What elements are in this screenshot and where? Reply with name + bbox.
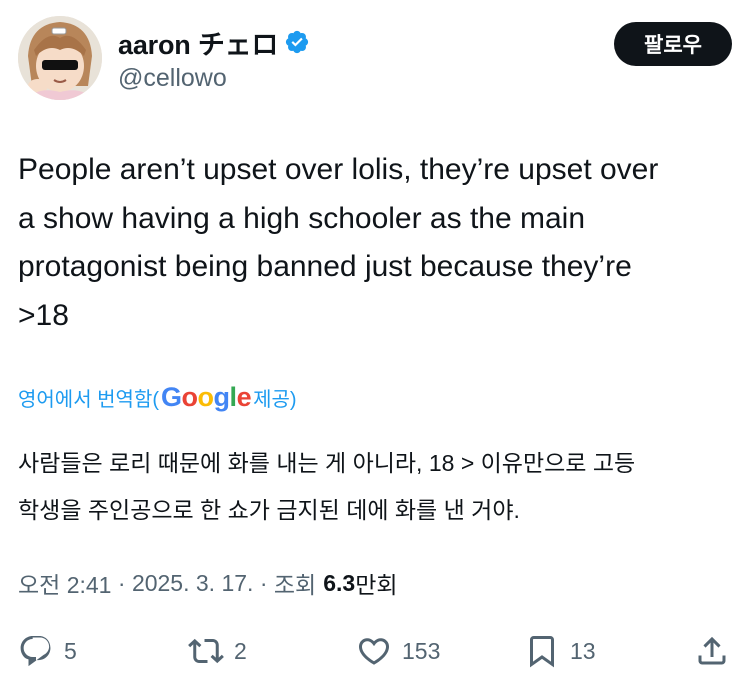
bookmark-count: 13: [570, 637, 596, 664]
retweet-button[interactable]: 2: [188, 628, 247, 674]
retweet-icon: [188, 638, 224, 664]
share-button[interactable]: [694, 628, 730, 674]
display-name-row: aaron チェロ: [118, 24, 310, 60]
translated-text: 사람들은 로리 때문에 화를 내는 게 아니라, 18 > 이유만으로 고등 학…: [18, 450, 636, 523]
author-handle[interactable]: @cellowo: [118, 64, 310, 93]
reply-button[interactable]: 5: [18, 628, 77, 674]
bookmark-button[interactable]: 13: [524, 628, 596, 674]
share-icon: [698, 636, 726, 665]
translation-prefix: 영어에서 번역함(: [18, 389, 160, 411]
heart-icon: [358, 638, 390, 665]
views-label: 조회: [273, 572, 317, 598]
translation-attribution[interactable]: 영어에서 번역함( Google 제공): [18, 382, 297, 413]
verified-badge-icon[interactable]: [284, 29, 310, 55]
like-button[interactable]: 153: [356, 628, 440, 674]
google-logo: Google: [161, 382, 252, 412]
bookmark-icon: [530, 636, 554, 668]
retweet-count: 2: [234, 637, 247, 664]
views-count: 6.3: [323, 569, 356, 596]
author-names: aaron チェロ @cellowo: [118, 24, 310, 93]
translation-suffix: 제공): [253, 389, 297, 411]
tweet-time[interactable]: 오전 2:41: [18, 566, 111, 600]
tweet-header: aaron チェロ @cellowo 팔로우: [18, 14, 732, 104]
views-unit: 만회: [355, 572, 398, 598]
tweet-date[interactable]: 2025. 3. 17.: [132, 570, 254, 597]
like-count: 153: [402, 637, 441, 664]
reply-icon: [20, 636, 51, 667]
follow-button[interactable]: 팔로우: [614, 22, 732, 66]
reply-count: 5: [64, 637, 77, 664]
display-name[interactable]: aaron チェロ: [118, 23, 278, 62]
meta-separator: ·: [253, 569, 274, 596]
tweet-text: People aren’t upset over lolis, they’re …: [18, 153, 659, 332]
meta-separator: ·: [111, 569, 132, 596]
avatar[interactable]: [18, 16, 102, 100]
avatar-image: [18, 16, 102, 100]
action-bar: 5 2 153 13: [18, 628, 732, 674]
tweet-meta: 오전 2:41 · 2025. 3. 17. · 조회 6.3 만회: [18, 566, 398, 600]
